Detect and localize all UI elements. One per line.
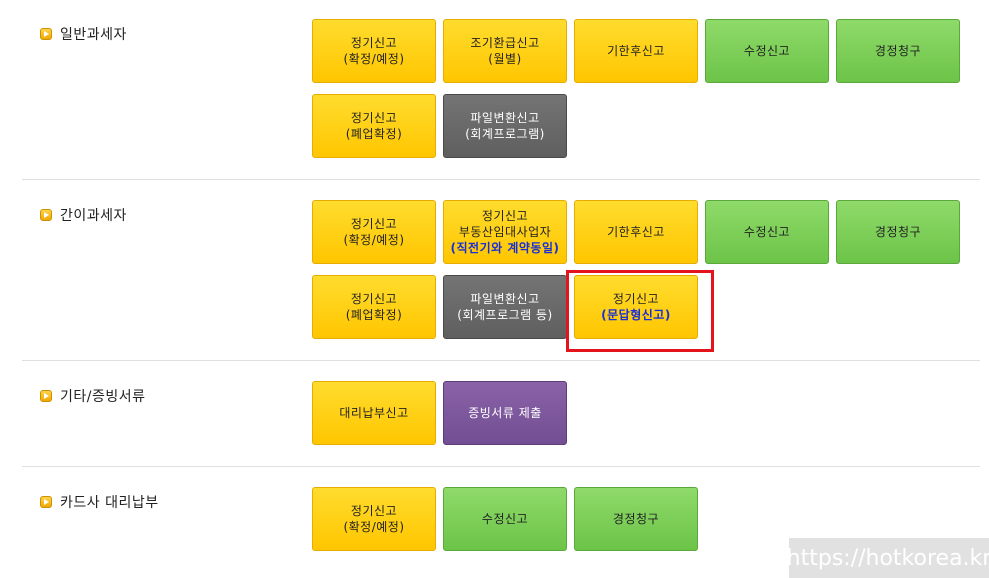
button-sublabel: (확정/예정) (343, 233, 405, 247)
section-divider (22, 179, 980, 180)
button-label: 수정신고 (743, 44, 791, 58)
section-divider (22, 360, 980, 361)
button-label: 정기신고 (481, 209, 529, 223)
button-sublabel: (확정/예정) (343, 520, 405, 534)
card-regular-report-button[interactable]: 정기신고 (확정/예정) (312, 487, 436, 551)
button-label: 정기신고 (350, 111, 398, 125)
bullet-arrow-icon (40, 390, 52, 402)
card-refund-claim-button[interactable]: 경정청구 (574, 487, 698, 551)
button-sublabel: (폐업확정) (345, 127, 403, 141)
simplified-real-estate-rental-button[interactable]: 정기신고 부동산임대사업자 (직전기와 계약동일) (443, 200, 567, 264)
section-title-simplified: 간이과세자 (40, 205, 127, 225)
simplified-amended-report-button[interactable]: 수정신고 (705, 200, 829, 264)
button-label: 정기신고 (350, 36, 398, 50)
section-title-card-proxy: 카드사 대리납부 (40, 492, 159, 512)
section-divider (22, 466, 980, 467)
simplified-refund-claim-button[interactable]: 경정청구 (836, 200, 960, 264)
general-refund-claim-button[interactable]: 경정청구 (836, 19, 960, 83)
bullet-arrow-icon (40, 209, 52, 221)
button-sublabel: (월별) (488, 52, 522, 66)
button-label: 파일변환신고 (470, 292, 540, 306)
button-label: 조기환급신고 (470, 36, 540, 50)
submit-evidence-button[interactable]: 증빙서류 제출 (443, 381, 567, 445)
general-regular-report-button[interactable]: 정기신고 (확정/예정) (312, 19, 436, 83)
section-title-text: 기타/증빙서류 (60, 389, 146, 405)
button-label: 정기신고 (350, 217, 398, 231)
button-note: (직전기와 계약동일) (450, 241, 560, 255)
watermark: https://hotkorea.kr (787, 538, 989, 578)
button-sublabel: (회계프로그램 등) (457, 308, 553, 322)
simplified-closure-report-button[interactable]: 정기신고 (폐업확정) (312, 275, 436, 339)
general-early-refund-button[interactable]: 조기환급신고 (월별) (443, 19, 567, 83)
simplified-regular-report-button[interactable]: 정기신고 (확정/예정) (312, 200, 436, 264)
section-title-text: 카드사 대리납부 (60, 495, 159, 511)
simplified-file-conversion-button[interactable]: 파일변환신고 (회계프로그램 등) (443, 275, 567, 339)
general-amended-report-button[interactable]: 수정신고 (705, 19, 829, 83)
button-label: 수정신고 (481, 512, 529, 526)
section-title-text: 일반과세자 (60, 27, 127, 43)
button-sublabel: (폐업확정) (345, 308, 403, 322)
button-label: 경정청구 (874, 44, 922, 58)
button-label: 경정청구 (874, 225, 922, 239)
button-label: 파일변환신고 (470, 111, 540, 125)
general-late-report-button[interactable]: 기한후신고 (574, 19, 698, 83)
button-label: 수정신고 (743, 225, 791, 239)
simplified-late-report-button[interactable]: 기한후신고 (574, 200, 698, 264)
proxy-payment-report-button[interactable]: 대리납부신고 (312, 381, 436, 445)
button-label: 경정청구 (612, 512, 660, 526)
card-amended-report-button[interactable]: 수정신고 (443, 487, 567, 551)
button-sublabel: 부동산임대사업자 (458, 225, 552, 239)
button-label: 증빙서류 제출 (468, 406, 542, 420)
section-title-misc: 기타/증빙서류 (40, 386, 146, 406)
section-title-text: 간이과세자 (60, 208, 127, 224)
button-label: 정기신고 (350, 504, 398, 518)
highlight-box (566, 270, 714, 352)
button-sublabel: (확정/예정) (343, 52, 405, 66)
general-closure-report-button[interactable]: 정기신고 (폐업확정) (312, 94, 436, 158)
button-label: 기한후신고 (607, 225, 665, 239)
general-file-conversion-button[interactable]: 파일변환신고 (회계프로그램) (443, 94, 567, 158)
section-title-general: 일반과세자 (40, 24, 127, 44)
button-label: 기한후신고 (607, 44, 665, 58)
bullet-arrow-icon (40, 496, 52, 508)
button-sublabel: (회계프로그램) (465, 127, 545, 141)
button-label: 정기신고 (350, 292, 398, 306)
button-label: 대리납부신고 (339, 406, 409, 420)
bullet-arrow-icon (40, 28, 52, 40)
